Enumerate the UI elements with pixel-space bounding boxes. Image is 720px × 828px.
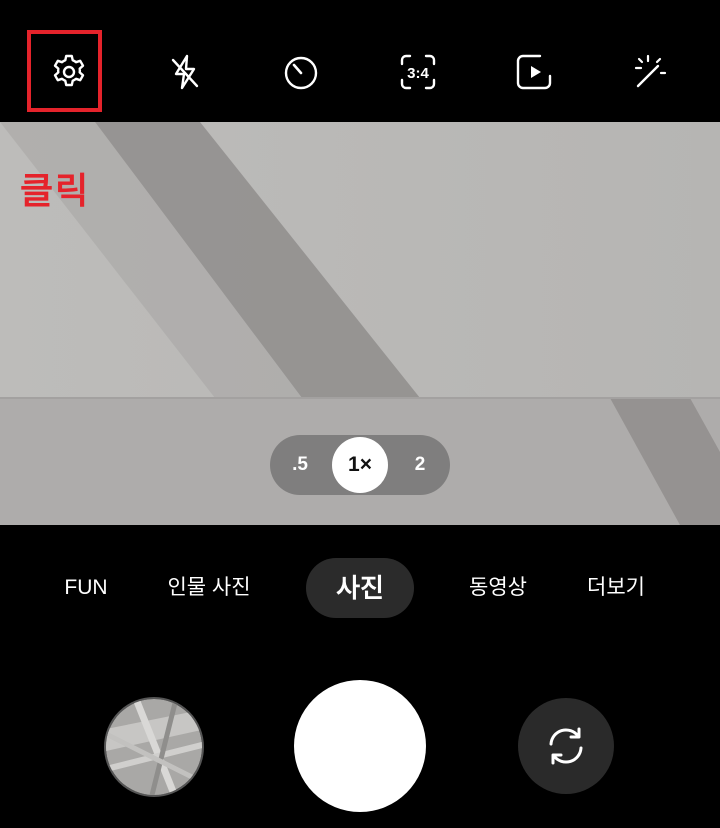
top-toolbar: 3:4 (0, 0, 720, 122)
mode-more[interactable]: 더보기 (576, 555, 656, 621)
motion-photo-icon (516, 54, 552, 90)
settings-highlight-box (27, 30, 102, 112)
filter-button[interactable] (624, 46, 676, 98)
camera-viewfinder[interactable]: 클릭 .5 1× 2 (0, 122, 720, 525)
gallery-preview-image (106, 699, 202, 795)
flash-off-icon (171, 54, 199, 90)
aspect-ratio-button[interactable]: 3:4 (392, 46, 444, 98)
click-annotation-label: 클릭 (20, 171, 91, 212)
zoom-option-0-5[interactable]: .5 (284, 435, 316, 495)
camera-mode-bar: FUN 인물 사진 사진 동영상 더보기 (0, 555, 720, 621)
switch-camera-button[interactable] (518, 698, 614, 794)
aspect-ratio-icon: 3:4 (400, 54, 436, 90)
motion-photo-button[interactable] (508, 46, 560, 98)
timer-icon (284, 56, 318, 90)
aspect-ratio-label: 3:4 (407, 65, 429, 82)
gallery-thumbnail[interactable] (104, 697, 204, 797)
zoom-selector: .5 1× 2 (270, 435, 450, 495)
zoom-option-1x[interactable]: 1× (332, 437, 388, 493)
zoom-option-2[interactable]: 2 (404, 435, 436, 495)
mode-photo[interactable]: 사진 (306, 558, 414, 618)
mode-portrait[interactable]: 인물 사진 (158, 555, 260, 621)
mode-fun[interactable]: FUN (46, 555, 126, 621)
shutter-button[interactable] (294, 680, 426, 812)
timer-button[interactable] (275, 46, 327, 98)
mode-video[interactable]: 동영상 (458, 555, 538, 621)
filter-effects-icon (634, 54, 667, 88)
flash-button[interactable] (159, 46, 211, 98)
switch-camera-icon (549, 727, 583, 765)
